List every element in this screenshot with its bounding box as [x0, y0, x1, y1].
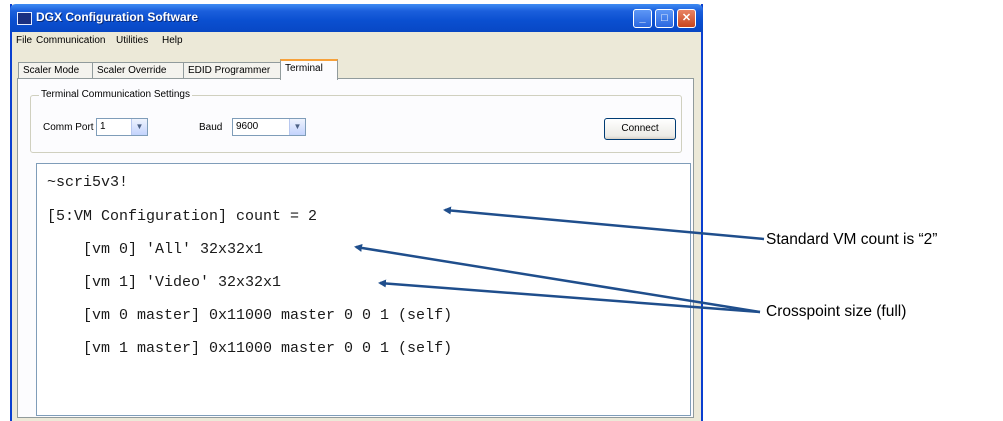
terminal-line: [vm 0 master] 0x11000 master 0 0 1 (self…	[47, 307, 453, 324]
menu-file[interactable]: File	[16, 35, 32, 46]
connect-button[interactable]: Connect	[604, 118, 676, 140]
tab-scaler-mode[interactable]: Scaler Mode	[18, 62, 93, 79]
app-icon	[17, 12, 32, 25]
tab-scaler-override[interactable]: Scaler Override	[92, 62, 184, 79]
app-window: DGX Configuration Software _ □ ✕ File Co…	[10, 4, 703, 421]
menu-utilities[interactable]: Utilities	[116, 35, 148, 46]
comm-port-value: 1	[100, 121, 106, 132]
settings-group-title: Terminal Communication Settings	[39, 89, 192, 100]
comm-port-select[interactable]: 1 ▼	[96, 118, 148, 136]
terminal-settings-group: Terminal Communication Settings Comm Por…	[30, 89, 682, 153]
menu-communication[interactable]: Communication	[36, 35, 105, 46]
window-title: DGX Configuration Software	[36, 10, 198, 24]
chevron-down-icon[interactable]: ▼	[289, 119, 305, 135]
baud-select[interactable]: 9600 ▼	[232, 118, 306, 136]
menu-help[interactable]: Help	[162, 35, 183, 46]
baud-value: 9600	[236, 121, 259, 132]
menu-bar: File Communication Utilities Help	[12, 32, 701, 50]
terminal-line: ~scri5v3!	[47, 174, 129, 191]
chevron-down-icon[interactable]: ▼	[131, 119, 147, 135]
title-bar[interactable]: DGX Configuration Software _ □ ✕	[10, 4, 703, 32]
close-button[interactable]: ✕	[677, 9, 696, 28]
terminal-line: [vm 1 master] 0x11000 master 0 0 1 (self…	[47, 340, 453, 357]
terminal-output[interactable]: ~scri5v3! [5:VM Configuration] count = 2…	[36, 163, 691, 416]
terminal-line: [vm 1] 'Video' 32x32x1	[47, 274, 282, 291]
terminal-line: [5:VM Configuration] count = 2	[47, 208, 318, 225]
vm-count-callout: Standard VM count is “2”	[766, 231, 938, 248]
minimize-button[interactable]: _	[633, 9, 652, 28]
terminal-line: [vm 0] 'All' 32x32x1	[47, 241, 264, 258]
terminal-tab-panel: Terminal Communication Settings Comm Por…	[17, 78, 694, 418]
tab-terminal[interactable]: Terminal	[280, 59, 338, 80]
crosspoint-callout: Crosspoint size (full)	[766, 303, 907, 320]
baud-label: Baud	[199, 122, 223, 133]
comm-port-label: Comm Port	[43, 122, 94, 133]
tab-edid-programmer[interactable]: EDID Programmer	[183, 62, 281, 79]
maximize-button[interactable]: □	[655, 9, 674, 28]
